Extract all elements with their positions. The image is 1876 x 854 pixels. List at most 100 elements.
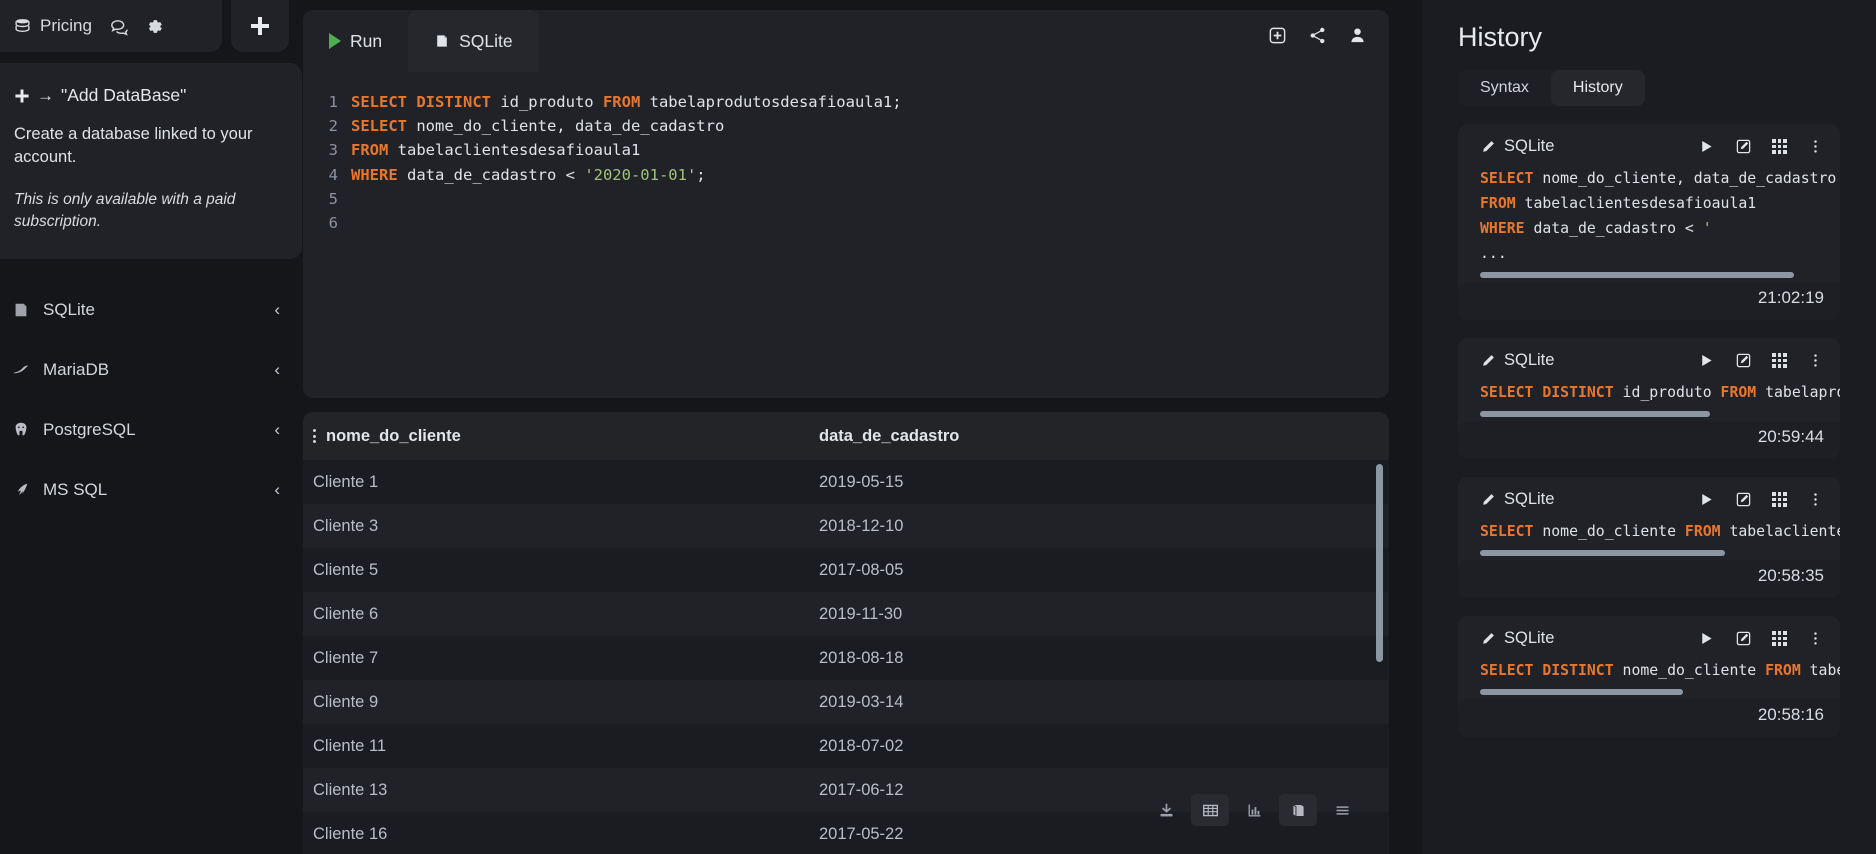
edit-icon[interactable]	[1735, 352, 1752, 369]
run-icon[interactable]	[1698, 630, 1715, 647]
editor-tabs: Run SQLite	[303, 10, 1389, 72]
history-card-scroll-thumb[interactable]	[1480, 550, 1726, 556]
history-card-list: SQLite SELECT nome_do_cliente, data_de_ca…	[1422, 124, 1876, 737]
results-vertical-scrollbar[interactable]	[1376, 464, 1383, 662]
history-card-header: SQLite	[1458, 137, 1840, 156]
book-icon[interactable]	[1279, 794, 1317, 826]
pricing-button[interactable]: Pricing	[14, 16, 92, 36]
history-card-db-label: SQLite	[1504, 490, 1555, 508]
more-vertical-icon[interactable]	[313, 429, 316, 443]
history-card-scroll-track[interactable]	[1458, 689, 1840, 695]
more-vertical-icon[interactable]	[1807, 491, 1824, 508]
sidebar-item-sqlite[interactable]: SQLite ‹	[0, 280, 302, 340]
cell-nome-do-cliente: Cliente 9	[313, 692, 379, 711]
table-row[interactable]: Cliente 7 2018-08-18	[303, 636, 1389, 680]
table-row[interactable]: Cliente 3 2018-12-10	[303, 504, 1389, 548]
run-button[interactable]: Run	[303, 10, 408, 72]
tab-sqlite[interactable]: SQLite	[408, 10, 539, 72]
history-card-scroll-track[interactable]	[1458, 272, 1840, 278]
edit-icon[interactable]	[1735, 138, 1752, 155]
code-line[interactable]: 6	[303, 211, 1389, 235]
grid-icon[interactable]	[1772, 353, 1787, 368]
code-lines[interactable]: 1 SELECT DISTINCT id_produto FROM tabelap…	[303, 72, 1389, 235]
chevron-left-icon[interactable]: ‹	[274, 480, 280, 500]
history-card-scroll-thumb[interactable]	[1480, 689, 1684, 695]
tab-syntax[interactable]: Syntax	[1458, 70, 1551, 106]
run-label: Run	[350, 30, 383, 51]
history-card-header: SQLite	[1458, 490, 1840, 509]
grid-icon[interactable]	[1772, 139, 1787, 154]
results-header-row: nome_do_cliente data_de_cadastro	[303, 412, 1389, 460]
history-card-actions	[1698, 491, 1824, 508]
sidebar-item-label: MS SQL	[43, 480, 108, 499]
history-card[interactable]: SQLite SELECT DISTINCT nome_do_cliente FR…	[1458, 616, 1840, 737]
history-card-header: SQLite	[1458, 629, 1840, 648]
grid-icon[interactable]	[1772, 492, 1787, 507]
code-line[interactable]: 2 SELECT nome_do_cliente, data_de_cadastr…	[303, 114, 1389, 138]
code-line[interactable]: 5	[303, 187, 1389, 211]
sidebar-item-postgresql[interactable]: PostgreSQL ‹	[0, 400, 302, 460]
history-panel-title: History	[1458, 22, 1543, 52]
more-vertical-icon[interactable]	[1807, 138, 1824, 155]
run-icon[interactable]	[1698, 491, 1715, 508]
chevron-left-icon[interactable]: ‹	[274, 360, 280, 380]
add-database-title: → "Add DataBase"	[14, 85, 278, 106]
code-line[interactable]: 1 SELECT DISTINCT id_produto FROM tabelap…	[303, 90, 1389, 114]
pencil-icon	[1480, 353, 1496, 369]
table-row[interactable]: Cliente 11 2018-07-02	[303, 724, 1389, 768]
table-row[interactable]: Cliente 1 2019-05-15	[303, 460, 1389, 504]
run-icon[interactable]	[1698, 352, 1715, 369]
history-card[interactable]: SQLite SELECT DISTINCT id_produto FROM ta…	[1458, 338, 1840, 459]
history-card-scroll-track[interactable]	[1458, 550, 1840, 556]
left-sidebar: Pricing → "Add DataBase" Create a databa…	[0, 0, 302, 854]
edit-icon[interactable]	[1735, 491, 1752, 508]
more-vertical-icon[interactable]	[1807, 352, 1824, 369]
results-col-1-header[interactable]: nome_do_cliente	[303, 427, 819, 446]
cell-data-de-cadastro: 2018-07-02	[819, 736, 904, 755]
results-col-2-header[interactable]: data_de_cadastro	[819, 427, 1389, 446]
history-card-scroll-track[interactable]	[1458, 411, 1840, 417]
more-vertical-icon[interactable]	[1807, 630, 1824, 647]
cell-nome-do-cliente: Cliente 6	[313, 604, 379, 623]
pencil-icon	[1480, 492, 1496, 508]
chat-icon[interactable]	[109, 17, 128, 36]
history-card-db-label: SQLite	[1504, 629, 1555, 647]
line-number: 1	[328, 93, 338, 111]
tab-history[interactable]: History	[1550, 70, 1645, 106]
add-tab-button[interactable]	[231, 0, 289, 52]
history-card-code: SELECT nome_do_cliente, data_de_cadastro…	[1458, 166, 1840, 266]
share-icon[interactable]	[1308, 26, 1327, 45]
history-card-scroll-thumb[interactable]	[1480, 411, 1711, 417]
table-row[interactable]: Cliente 6 2019-11-30	[303, 592, 1389, 636]
cell-data-de-cadastro: 2018-12-10	[819, 516, 904, 535]
history-card-db: SQLite	[1480, 629, 1698, 648]
history-panel: History Syntax History SQLite SELECT nome…	[1422, 0, 1876, 854]
table-row[interactable]: Cliente 9 2019-03-14	[303, 680, 1389, 724]
edit-icon[interactable]	[1735, 630, 1752, 647]
database-list: SQLite ‹ MariaDB ‹ PostgreSQL ‹ MS SQL ‹	[0, 280, 302, 520]
history-card-header: SQLite	[1458, 351, 1840, 370]
gear-icon[interactable]	[145, 17, 164, 36]
chevron-left-icon[interactable]: ‹	[274, 300, 280, 320]
add-panel-icon[interactable]	[1268, 26, 1287, 45]
chevron-left-icon[interactable]: ‹	[274, 420, 280, 440]
history-card-scroll-thumb[interactable]	[1480, 272, 1795, 278]
chart-view-icon[interactable]	[1235, 794, 1273, 826]
history-tabs: Syntax History	[1458, 70, 1645, 106]
history-card-timestamp: 20:58:35	[1458, 560, 1840, 598]
code-text: SELECT nome_do_cliente, data_de_cadastro	[351, 117, 725, 136]
table-view-icon[interactable]	[1191, 794, 1229, 826]
history-card[interactable]: SQLite SELECT nome_do_cliente FROM tabela…	[1458, 477, 1840, 598]
history-card[interactable]: SQLite SELECT nome_do_cliente, data_de_ca…	[1458, 124, 1840, 320]
code-line[interactable]: 4 WHERE data_de_cadastro < '2020-01-01';	[303, 163, 1389, 187]
history-card-code: SELECT nome_do_cliente FROM tabelaclient…	[1458, 519, 1840, 544]
menu-icon[interactable]	[1323, 794, 1361, 826]
run-icon[interactable]	[1698, 138, 1715, 155]
grid-icon[interactable]	[1772, 631, 1787, 646]
user-icon[interactable]	[1348, 26, 1367, 45]
download-icon[interactable]	[1147, 794, 1185, 826]
sidebar-item-mariadb[interactable]: MariaDB ‹	[0, 340, 302, 400]
code-line[interactable]: 3 FROM tabelaclientesdesafioaula1	[303, 138, 1389, 162]
sidebar-item-mssql[interactable]: MS SQL ‹	[0, 460, 302, 520]
table-row[interactable]: Cliente 5 2017-08-05	[303, 548, 1389, 592]
